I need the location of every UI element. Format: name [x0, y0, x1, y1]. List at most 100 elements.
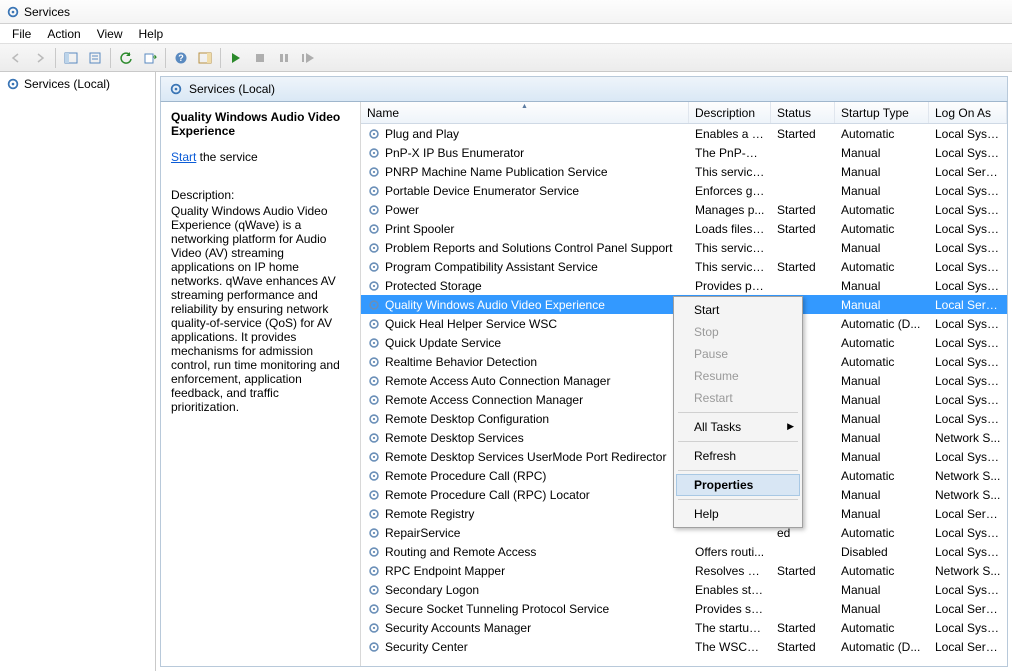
col-log-on-as[interactable]: Log On As	[929, 102, 1007, 123]
ctx-start[interactable]: Start	[676, 299, 800, 321]
service-gear-icon	[367, 184, 381, 198]
cell-log-on-as: Local Syste...	[929, 336, 1007, 350]
service-row[interactable]: Protected StorageProvides pr...ManualLoc…	[361, 276, 1007, 295]
menu-file[interactable]: File	[4, 25, 39, 43]
cell-startup-type: Automatic	[835, 260, 929, 274]
service-row[interactable]: RPC Endpoint MapperResolves RP...Started…	[361, 561, 1007, 580]
service-row[interactable]: Problem Reports and Solutions Control Pa…	[361, 238, 1007, 257]
cell-name: RPC Endpoint Mapper	[361, 564, 689, 578]
ctx-separator	[678, 441, 798, 442]
cell-name: Portable Device Enumerator Service	[361, 184, 689, 198]
restart-service-button[interactable]	[297, 47, 319, 69]
stop-service-button[interactable]	[249, 47, 271, 69]
service-gear-icon	[367, 564, 381, 578]
pause-service-button[interactable]	[273, 47, 295, 69]
cell-startup-type: Automatic	[835, 336, 929, 350]
ctx-refresh[interactable]: Refresh	[676, 445, 800, 467]
cell-log-on-as: Local Service	[929, 640, 1007, 654]
service-row[interactable]: Security CenterThe WSCSV...StartedAutoma…	[361, 637, 1007, 656]
service-gear-icon	[367, 298, 381, 312]
menu-view[interactable]: View	[89, 25, 131, 43]
cell-log-on-as: Local Syste...	[929, 393, 1007, 407]
sort-asc-icon: ▲	[521, 103, 528, 110]
cell-name: Quick Update Service	[361, 336, 689, 350]
service-row[interactable]: Security Accounts ManagerThe startup ...…	[361, 618, 1007, 637]
cell-startup-type: Manual	[835, 507, 929, 521]
ctx-help[interactable]: Help	[676, 503, 800, 525]
col-startup-type[interactable]: Startup Type	[835, 102, 929, 123]
cell-startup-type: Manual	[835, 241, 929, 255]
action-pane-button[interactable]	[194, 47, 216, 69]
cell-status: Started	[771, 621, 835, 635]
start-service-button[interactable]	[225, 47, 247, 69]
detail-pane: Quality Windows Audio Video Experience S…	[161, 102, 361, 666]
col-description[interactable]: Description	[689, 102, 771, 123]
help-button[interactable]: ?	[170, 47, 192, 69]
context-menu: Start Stop Pause Resume Restart All Task…	[673, 296, 803, 528]
cell-name: RepairService	[361, 526, 689, 540]
service-gear-icon	[367, 317, 381, 331]
toolbar: ?	[0, 44, 1012, 72]
nav-back-button[interactable]	[5, 47, 27, 69]
show-hide-tree-button[interactable]	[60, 47, 82, 69]
cell-startup-type: Manual	[835, 374, 929, 388]
refresh-button[interactable]	[115, 47, 137, 69]
cell-log-on-as: Local Syste...	[929, 317, 1007, 331]
description-label: Description:	[171, 188, 350, 202]
service-gear-icon	[367, 203, 381, 217]
cell-status: Started	[771, 260, 835, 274]
col-status[interactable]: Status	[771, 102, 835, 123]
service-row[interactable]: PNRP Machine Name Publication ServiceThi…	[361, 162, 1007, 181]
ctx-all-tasks[interactable]: All Tasks▶	[676, 416, 800, 438]
cell-name: Security Center	[361, 640, 689, 654]
cell-log-on-as: Local Syste...	[929, 146, 1007, 160]
ctx-pause: Pause	[676, 343, 800, 365]
cell-name: Remote Access Connection Manager	[361, 393, 689, 407]
service-row[interactable]: Plug and PlayEnables a c...StartedAutoma…	[361, 124, 1007, 143]
tree-item-services-local[interactable]: Services (Local)	[4, 76, 151, 92]
service-row[interactable]: Program Compatibility Assistant ServiceT…	[361, 257, 1007, 276]
ctx-separator	[678, 499, 798, 500]
cell-log-on-as: Local Syste...	[929, 203, 1007, 217]
cell-startup-type: Disabled	[835, 545, 929, 559]
cell-startup-type: Manual	[835, 165, 929, 179]
menu-action[interactable]: Action	[39, 25, 88, 43]
cell-startup-type: Manual	[835, 412, 929, 426]
export-list-button[interactable]	[139, 47, 161, 69]
service-row[interactable]: PowerManages p...StartedAutomaticLocal S…	[361, 200, 1007, 219]
service-row[interactable]: Print SpoolerLoads files t...StartedAuto…	[361, 219, 1007, 238]
service-row[interactable]: Routing and Remote AccessOffers routi...…	[361, 542, 1007, 561]
toolbar-separator	[220, 48, 221, 68]
column-headers: Name▲ Description Status Startup Type Lo…	[361, 102, 1007, 124]
start-service-link[interactable]: Start	[171, 150, 196, 164]
cell-log-on-as: Local Syste...	[929, 241, 1007, 255]
cell-log-on-as: Local Syste...	[929, 355, 1007, 369]
cell-log-on-as: Local Syste...	[929, 545, 1007, 559]
cell-name: PnP-X IP Bus Enumerator	[361, 146, 689, 160]
ctx-properties[interactable]: Properties	[676, 474, 800, 496]
properties-button[interactable]	[84, 47, 106, 69]
nav-forward-button[interactable]	[29, 47, 51, 69]
toolbar-separator	[110, 48, 111, 68]
service-row[interactable]: Secondary LogonEnables star...ManualLoca…	[361, 580, 1007, 599]
cell-description: Provides su...	[689, 602, 771, 616]
menu-help[interactable]: Help	[131, 25, 172, 43]
cell-log-on-as: Local Syste...	[929, 583, 1007, 597]
service-row[interactable]: PnP-X IP Bus EnumeratorThe PnP-X ...Manu…	[361, 143, 1007, 162]
col-name[interactable]: Name▲	[361, 102, 689, 123]
service-gear-icon	[367, 336, 381, 350]
cell-log-on-as: Local Syste...	[929, 184, 1007, 198]
service-gear-icon	[367, 583, 381, 597]
cell-log-on-as: Local Syste...	[929, 127, 1007, 141]
cell-startup-type: Manual	[835, 450, 929, 464]
cell-description: Enforces gr...	[689, 184, 771, 198]
cell-log-on-as: Network S...	[929, 564, 1007, 578]
ctx-restart: Restart	[676, 387, 800, 409]
service-gear-icon	[367, 450, 381, 464]
service-gear-icon	[367, 602, 381, 616]
panel-heading: Services (Local)	[160, 76, 1008, 102]
service-row[interactable]: Portable Device Enumerator ServiceEnforc…	[361, 181, 1007, 200]
cell-log-on-as: Local Syste...	[929, 450, 1007, 464]
service-row[interactable]: Secure Socket Tunneling Protocol Service…	[361, 599, 1007, 618]
cell-startup-type: Manual	[835, 602, 929, 616]
